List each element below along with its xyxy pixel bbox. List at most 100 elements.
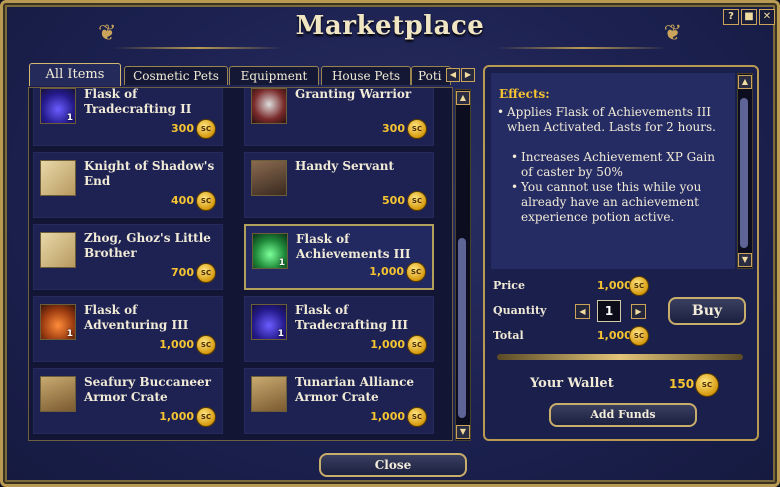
item-list-scroll-thumb[interactable]	[458, 238, 466, 418]
help-button[interactable]: ?	[723, 9, 739, 25]
price-value: 1,000	[597, 279, 632, 292]
effects-scroll-thumb[interactable]	[740, 98, 748, 248]
minimize-button[interactable]: ■	[741, 9, 757, 25]
coin-icon: SC	[196, 335, 216, 355]
item-name: Seafury Buccaneer Armor Crate	[84, 375, 212, 404]
effect-line: • Increases Achievement XP Gain of caster…	[511, 150, 723, 180]
item-name: Flask of Achievements III	[296, 232, 411, 261]
item-price: 500	[382, 194, 405, 207]
item-name: Granting Warrior	[295, 87, 412, 101]
item-price: 300	[382, 122, 405, 135]
close-window-button[interactable]: ✕	[759, 9, 775, 25]
coin-icon: SC	[196, 263, 216, 283]
coin-icon: SC	[196, 191, 216, 211]
tab-all-items[interactable]: All Items	[29, 63, 121, 86]
wallet-coin-icon: SC	[695, 373, 719, 397]
tab-cosmetic-pets[interactable]: Cosmetic Pets	[124, 66, 228, 85]
scroll-up-icon[interactable]: ▲	[456, 91, 470, 105]
item-name: Zhog, Ghoz's Little Brother	[84, 231, 211, 260]
wallet-divider	[497, 354, 743, 360]
green-flask-icon: 1	[252, 233, 288, 269]
total-value: 1,000	[597, 329, 632, 342]
item-list: 1 Flask of Tradecrafting II 300 SC Granting …	[28, 87, 453, 441]
title-rule-right	[497, 47, 667, 49]
item-card[interactable]: 1 Flask of Tradecrafting III 1,000 SC	[244, 296, 434, 362]
tab-potions[interactable]: Poti	[411, 66, 451, 85]
item-name: Tunarian Alliance Armor Crate	[295, 375, 415, 404]
effects-title: Effects:	[499, 87, 550, 101]
item-list-scrollbar[interactable]: ▲ ▼	[455, 89, 471, 441]
item-card[interactable]: Knight of Shadow's End 400 SC	[33, 152, 223, 218]
scroll-down-icon[interactable]: ▼	[456, 425, 470, 439]
item-card[interactable]: 1 Flask of Achievements III 1,000 SC	[244, 224, 434, 290]
item-price: 300	[171, 122, 194, 135]
item-card[interactable]: Handy Servant 500 SC	[244, 152, 434, 218]
window-title: Marketplace	[295, 11, 485, 41]
item-stack-count: 1	[277, 329, 284, 339]
item-detail-panel: Effects: • Applies Flask of Achievements …	[483, 65, 759, 441]
item-name: Flask of Tradecrafting II	[84, 87, 192, 116]
parchment-icon	[40, 232, 76, 268]
coin-icon: SC	[407, 407, 427, 427]
tab-next-arrow-icon[interactable]: ▶	[461, 68, 475, 82]
item-name: Handy Servant	[295, 159, 395, 173]
effects-scroll-up-icon[interactable]: ▲	[738, 75, 752, 89]
item-price: 700	[171, 266, 194, 279]
title-rule-left	[113, 47, 283, 49]
wallet-value: 150	[669, 377, 695, 391]
item-card[interactable]: 1 Flask of Adventuring III 1,000 SC	[33, 296, 223, 362]
bullet-icon: •	[511, 150, 519, 164]
effect-line: • You cannot use this while you already h…	[511, 180, 723, 225]
bullet-icon: •	[511, 180, 519, 194]
crate-icon	[251, 376, 287, 412]
item-stack-count: 1	[66, 329, 73, 339]
tab-prev-arrow-icon[interactable]: ◀	[446, 68, 460, 82]
tab-equipment[interactable]: Equipment	[229, 66, 319, 85]
item-name: Flask of Tradecrafting III	[295, 303, 408, 332]
bullet-icon: •	[497, 105, 505, 119]
crate-icon	[40, 376, 76, 412]
effects-scroll-down-icon[interactable]: ▼	[738, 253, 752, 267]
item-price: 1,000	[370, 338, 405, 351]
price-coin-icon: SC	[629, 276, 649, 296]
effect-text: Increases Achievement XP Gain of caster …	[521, 150, 715, 179]
coin-icon: SC	[196, 119, 216, 139]
quantity-decrease-icon[interactable]: ◀	[575, 304, 590, 319]
purple-flask-icon: 1	[251, 304, 287, 340]
coin-icon: SC	[407, 119, 427, 139]
effects-box: Effects: • Applies Flask of Achievements …	[491, 73, 735, 269]
item-card[interactable]: Granting Warrior 300 SC	[244, 87, 434, 146]
total-label: Total	[493, 329, 524, 342]
close-button[interactable]: Close	[319, 453, 467, 477]
item-card[interactable]: 1 Flask of Tradecrafting II 300 SC	[33, 87, 223, 146]
item-name: Knight of Shadow's End	[84, 159, 215, 188]
coin-icon: SC	[407, 191, 427, 211]
price-label: Price	[493, 279, 525, 292]
tab-house-pets[interactable]: House Pets	[321, 66, 411, 85]
effect-text: You cannot use this while you already ha…	[521, 180, 702, 224]
item-price: 1,000	[370, 410, 405, 423]
quantity-increase-icon[interactable]: ▶	[631, 304, 646, 319]
total-coin-icon: SC	[629, 326, 649, 346]
item-card[interactable]: Zhog, Ghoz's Little Brother 700 SC	[33, 224, 223, 290]
item-price: 1,000	[159, 410, 194, 423]
purple-flask-icon: 1	[40, 88, 76, 124]
item-price: 400	[171, 194, 194, 207]
quantity-field[interactable]: 1	[597, 300, 621, 322]
effect-line: • Applies Flask of Achievements III when …	[497, 105, 723, 135]
effects-scrollbar[interactable]: ▲ ▼	[737, 73, 753, 269]
item-price: 1,000	[159, 338, 194, 351]
marketplace-window: ❦ ❦ Marketplace ? ■ ✕ All Items Cosmetic…	[0, 0, 780, 487]
item-stack-count: 1	[278, 258, 285, 268]
item-stack-count: 1	[66, 113, 73, 123]
coin-icon: SC	[196, 407, 216, 427]
add-funds-button[interactable]: Add Funds	[549, 403, 697, 427]
item-card[interactable]: Seafury Buccaneer Armor Crate 1,000 SC	[33, 368, 223, 434]
coin-icon: SC	[406, 262, 426, 282]
buy-button[interactable]: Buy	[668, 297, 746, 325]
item-card[interactable]: Tunarian Alliance Armor Crate 1,000 SC	[244, 368, 434, 434]
coin-icon: SC	[407, 335, 427, 355]
effect-text: Applies Flask of Achievements III when A…	[507, 105, 716, 134]
warrior-mask-icon	[251, 88, 287, 124]
servant-hand-icon	[251, 160, 287, 196]
